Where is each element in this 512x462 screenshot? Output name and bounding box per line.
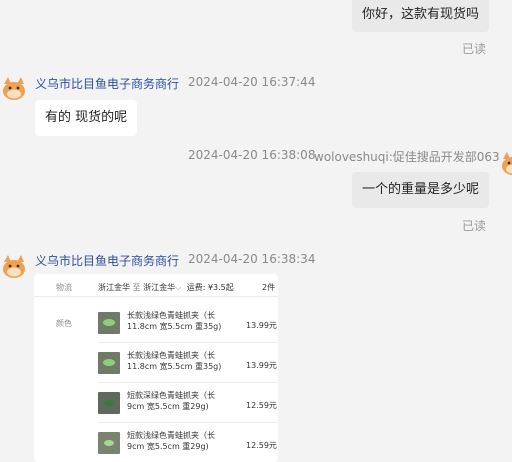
message-bubble-self[interactable]: 一个的重量是多少呢 (352, 172, 490, 208)
sender-name: 义乌市比目鱼电子商务商行 (35, 77, 180, 91)
shipping-info: 浙江金华 至 浙江金华⌵ 运费: ¥3.5起 (98, 282, 234, 293)
sender-name: 义乌市比目鱼电子商务商行 (35, 254, 180, 268)
product-name: 短款深绿色青蛙抓夹（长9cm 宽5.5cm 重29g) (127, 391, 215, 411)
product-name: 短款浅绿色青蛙抓夹（长9cm 宽5.5cm 重29g) (127, 431, 215, 451)
product-thumbnail (98, 392, 120, 414)
message-timestamp: 2024-04-20 16:37:44 (188, 75, 316, 89)
product-thumbnail (98, 432, 120, 454)
product-name: 长款浅绿色青蛙抓夹（长11.8cm 宽5.5cm 重35g) (127, 311, 222, 331)
arrow: 至 (132, 283, 141, 292)
product-price: 12.59元 (246, 401, 277, 410)
product-price: 13.99元 (246, 361, 277, 370)
sender-name-self: woloveshuqi:促佳搜品开发部063 (314, 150, 500, 164)
product-name: 长款浅绿色青蛙抓夹（长11.8cm 宽5.5cm 重35g) (127, 351, 222, 371)
origin: 浙江金华 (98, 283, 130, 292)
product-thumbnail (98, 352, 120, 374)
logistics-label: 物流 (56, 283, 72, 292)
message-bubble-self[interactable]: 你好，这款有现货吗 (352, 0, 490, 32)
self-avatar-icon[interactable] (500, 150, 512, 176)
read-status: 已读 (462, 42, 487, 56)
product-card[interactable]: 物流 浙江金华 至 浙江金华⌵ 运费: ¥3.5起 2件 颜色 长款浅绿色青蛙抓… (34, 274, 278, 462)
extra-label: 2件 (262, 283, 276, 292)
color-label: 颜色 (56, 319, 72, 328)
product-thumbnail (98, 312, 120, 334)
message-bubble-other[interactable]: 有的 现货的呢 (35, 100, 138, 136)
read-status: 已读 (462, 219, 487, 233)
product-price: 12.59元 (246, 441, 277, 450)
message-timestamp: 2024-04-20 16:38:08 (188, 148, 316, 162)
destination-select[interactable]: 浙江金华 (143, 283, 175, 292)
avatar-icon[interactable] (1, 253, 27, 279)
product-price: 13.99元 (246, 321, 277, 330)
freight: 运费: ¥3.5起 (186, 283, 234, 292)
chevron-down-icon[interactable]: ⌵ (175, 283, 181, 292)
avatar-icon[interactable] (1, 75, 27, 101)
product-row[interactable]: 短款浅绿色青蛙抓夹（长9cm 宽5.5cm 重29g) 12.59元 (98, 428, 278, 462)
message-timestamp: 2024-04-20 16:38:34 (188, 252, 316, 266)
